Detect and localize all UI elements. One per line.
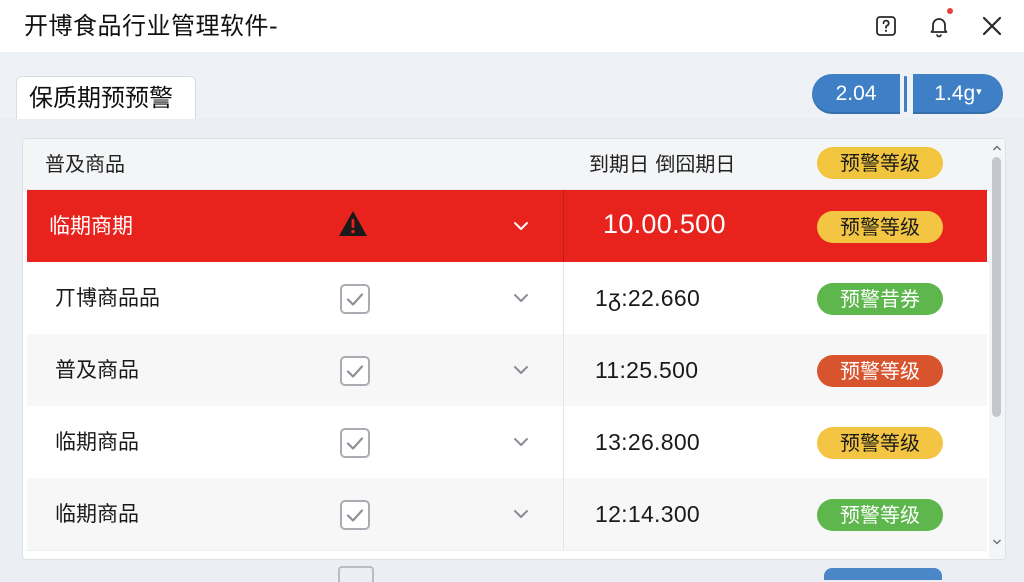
checkbox-checked-icon[interactable] <box>339 427 371 459</box>
product-name: 普及商品 <box>55 358 139 382</box>
close-icon <box>982 16 1002 36</box>
help-icon <box>876 16 896 36</box>
pill-divider <box>900 74 913 114</box>
tab-shelf-life-warning[interactable]: 保质期预预警 <box>16 76 196 119</box>
next-row-button-peek <box>824 568 942 580</box>
pill-label: 1.4g <box>934 82 976 105</box>
expiry-time: 11:25.500 <box>595 357 699 383</box>
chevron-down-icon[interactable] <box>509 358 533 382</box>
tab-label: 保质期预预警 <box>29 84 173 112</box>
title-bar: 开博食品行业管理软件- <box>0 0 1024 53</box>
warning-level-badge: 预警等级 <box>817 355 943 387</box>
product-name: 丌博商品品 <box>55 286 160 310</box>
scroll-up-icon[interactable] <box>992 143 1002 153</box>
chevron-down-icon[interactable] <box>509 214 533 238</box>
table-row[interactable]: 临期商品 12:14.300 预警等级 <box>27 478 987 551</box>
column-divider <box>563 262 564 334</box>
table-row[interactable]: 临期商品 13:26.800 预警等级 <box>27 406 987 479</box>
expiry-time: 13:26.800 <box>595 429 701 455</box>
vertical-scrollbar[interactable] <box>989 139 1005 559</box>
warning-triangle-icon <box>339 211 367 236</box>
scroll-down-icon[interactable] <box>992 537 1002 547</box>
table-row[interactable]: 普及商品 11:25.500 预警等级 <box>27 334 987 407</box>
warning-level-badge: 预警昔券 <box>817 283 943 315</box>
column-divider <box>563 406 564 478</box>
help-button[interactable] <box>868 8 904 44</box>
chevron-down-icon[interactable] <box>509 286 533 310</box>
value-pill-left[interactable]: 2.04 <box>812 74 900 114</box>
expiry-time: 10.00.500 <box>603 209 726 239</box>
table-row[interactable]: 丌博商品品 1ᵹ:22.660 预警昔券 <box>27 262 987 335</box>
column-divider <box>563 478 564 550</box>
value-pill-right[interactable]: 1.4g▾ <box>913 74 1003 114</box>
column-divider <box>563 334 564 406</box>
next-row-checkbox-peek <box>338 566 374 582</box>
header-product: 普及商品 <box>45 152 125 176</box>
window-title: 开博食品行业管理软件- <box>24 12 279 40</box>
product-name: 临期商期 <box>49 214 133 238</box>
chevron-down-icon[interactable] <box>509 502 533 526</box>
pill-label: 2.04 <box>835 82 877 105</box>
product-name: 临期商品 <box>55 502 139 526</box>
header-level[interactable]: 预警等级 <box>817 147 943 179</box>
column-divider <box>563 190 564 262</box>
close-button[interactable] <box>974 8 1010 44</box>
scrollbar-thumb[interactable] <box>992 157 1001 417</box>
warning-level-badge: 预警等级 <box>817 211 943 243</box>
chevron-down-icon[interactable] <box>509 430 533 454</box>
checkbox-checked-icon[interactable] <box>339 355 371 387</box>
warning-level-badge: 预警等级 <box>817 499 943 531</box>
table-header: 普及商品 到期日 倒囧期日 预警等级 <box>23 139 989 190</box>
warning-table: 普及商品 到期日 倒囧期日 预警等级 临期商期 10.00.500 预警等级 丌… <box>22 138 1006 560</box>
caret-down-icon: ▾ <box>976 86 982 98</box>
checkbox-checked-icon[interactable] <box>339 283 371 315</box>
expiry-time: 1ᵹ:22.660 <box>595 285 701 311</box>
notification-badge <box>947 8 953 14</box>
checkbox-checked-icon[interactable] <box>339 499 371 531</box>
expiry-time: 12:14.300 <box>595 501 701 527</box>
product-name: 临期商品 <box>55 430 139 454</box>
header-date: 到期日 倒囧期日 <box>589 152 736 176</box>
table-row[interactable]: 临期商期 10.00.500 预警等级 <box>27 190 987 262</box>
notification-button[interactable] <box>921 8 957 44</box>
bell-icon <box>930 18 948 38</box>
warning-level-badge: 预警等级 <box>817 427 943 459</box>
